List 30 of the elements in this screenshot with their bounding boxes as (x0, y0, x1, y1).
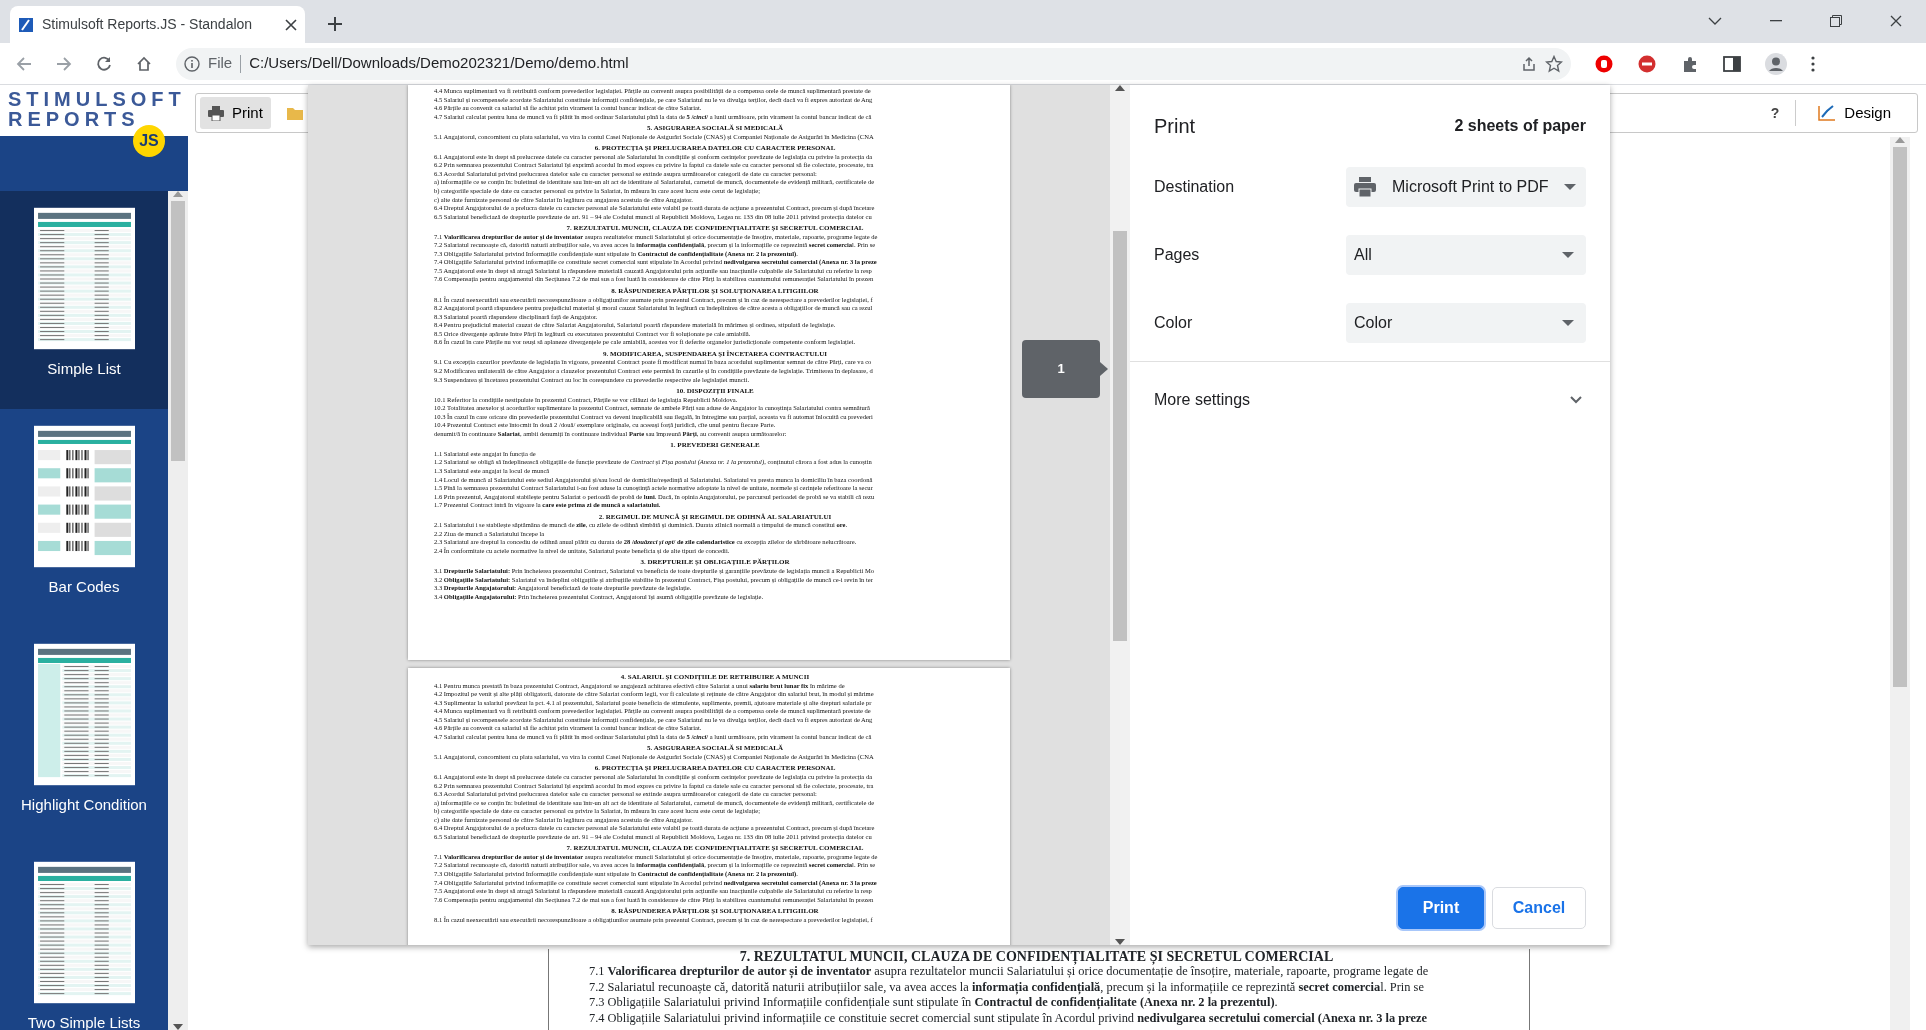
paragraph: 7.1 Valorificarea drepturilor de autor și de inventator asupra rezultatelor muncii Salariatului și orice documentație de însoțire, materiale, rapoarte, programe legate de (589, 964, 1430, 980)
dialog-title: Print (1154, 114, 1196, 139)
setting-label: Destination (1154, 177, 1235, 197)
report-item[interactable]: Bar Codes (0, 409, 168, 627)
browser-tab[interactable]: Stimulsoft Reports.JS - Standalon (10, 6, 305, 43)
design-button[interactable]: Design (1812, 100, 1897, 126)
cancel-button[interactable]: Cancel (1492, 887, 1586, 929)
paragraph: 7.2 Salariatul recunoaște că, datorită naturii atribuțiilor sale, va avea acces la informația confidențială, precum și la informațiile ce reprezintă secret comercial. Prin se (589, 979, 1425, 995)
dropdown[interactable]: Color (1346, 303, 1586, 343)
url-text: C:/Users/Dell/Downloads/Demo202321/Demo/demo.html (249, 53, 629, 74)
logo-badge: JS (133, 125, 165, 157)
help-button[interactable]: ? (1770, 102, 1780, 124)
report-item[interactable]: Simple List (0, 191, 168, 409)
paragraph: 7.3 Obligațiile Salariatului privind Informațiile confidențiale sunt stipulate în Contractul de confidențialitate (Anexa nr. 2 la prezentul). (589, 995, 1279, 1011)
dropdown[interactable]: All (1346, 235, 1586, 275)
dropdown[interactable]: Microsoft Print to PDF (1346, 167, 1586, 207)
address-bar[interactable]: File C:/Users/Dell/Downloads/Demo202321/Demo/demo.html (176, 47, 1571, 80)
scheme-label: File (208, 53, 233, 74)
tab-title: Stimulsoft Reports.JS - Standalon (42, 15, 254, 34)
sheet-count: 2 sheets of paper (1454, 116, 1586, 136)
more-settings-toggle[interactable]: More settings (1130, 362, 1610, 438)
logo-text: STIMULSOFT (8, 89, 187, 109)
print-button[interactable]: Print (1398, 887, 1484, 929)
section-heading: 7. REZULTATUL MUNCII, CLAUZA DE CONFIDENȚIALITATE ȘI SECRETUL COMERCIAL (738, 948, 1335, 964)
print-button[interactable]: Print (200, 97, 271, 129)
setting-label: Pages (1154, 245, 1200, 265)
setting-label: Color (1154, 313, 1193, 333)
paragraph: 7.4 Obligațiile Salariatului privind informațiile ce constituie secret comercial sunt stipulate în Acordul privind nedivulgarea secretului comercial (Anexa nr. 3 la preze (589, 1010, 1428, 1026)
page-number: 1 (1022, 340, 1100, 398)
report-item[interactable]: Highlight Condition (0, 627, 168, 845)
